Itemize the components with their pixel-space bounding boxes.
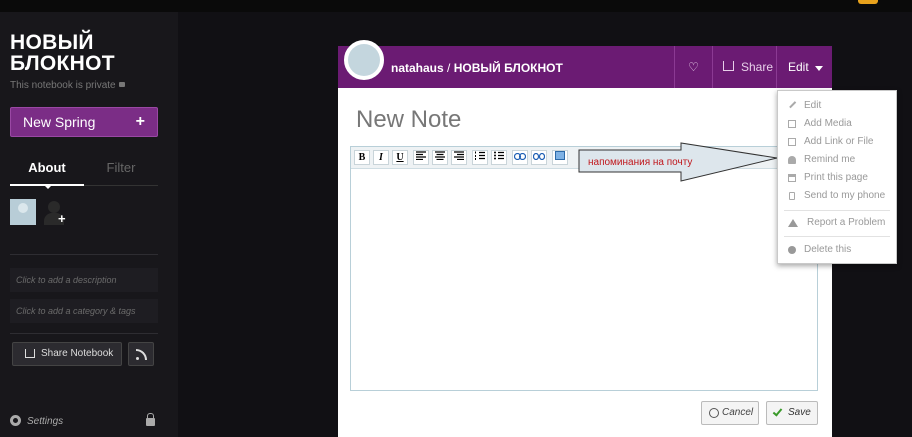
menu-item-add-link[interactable]: Add Link or File bbox=[778, 133, 896, 151]
menu-item-label: Add Link or File bbox=[804, 136, 874, 147]
menu-item-label: Add Media bbox=[804, 118, 852, 129]
bell-icon bbox=[788, 156, 796, 164]
menu-item-label: Edit bbox=[804, 100, 822, 111]
phone-icon bbox=[789, 192, 795, 200]
menu-item-label: Report a Problem bbox=[807, 217, 886, 228]
settings-link[interactable]: Settings bbox=[10, 415, 63, 427]
note-editor-panel: New Note B I U Cancel Save bbox=[338, 88, 832, 437]
notebook-title: НОВЫЙ БЛОКНОТ bbox=[10, 31, 115, 75]
menu-item-edit[interactable]: Edit bbox=[778, 97, 896, 115]
save-button[interactable]: Save bbox=[766, 401, 818, 425]
add-member-icon[interactable]: + bbox=[42, 199, 68, 226]
menu-item-report[interactable]: Report a Problem bbox=[778, 214, 896, 232]
cancel-button[interactable]: Cancel bbox=[701, 401, 759, 425]
file-icon bbox=[788, 138, 796, 146]
divider bbox=[10, 333, 158, 334]
menu-divider bbox=[784, 236, 890, 237]
breadcrumb-separator: / bbox=[447, 61, 451, 75]
share-button[interactable]: Share bbox=[712, 46, 776, 88]
lock-icon[interactable] bbox=[146, 413, 155, 426]
menu-item-send-phone[interactable]: Send to my phone bbox=[778, 187, 896, 205]
sidebar: НОВЫЙ БЛОКНОТ This notebook is private N… bbox=[0, 12, 178, 437]
owner-link[interactable]: natahaus bbox=[391, 61, 444, 75]
rss-button[interactable] bbox=[128, 342, 154, 366]
top-bar-badge[interactable] bbox=[858, 0, 878, 4]
delete-icon bbox=[788, 246, 796, 254]
lock-icon bbox=[118, 82, 125, 87]
check-icon bbox=[772, 406, 783, 417]
tab-about[interactable]: About bbox=[10, 160, 84, 189]
menu-item-print[interactable]: Print this page bbox=[778, 169, 896, 187]
note-body-input[interactable] bbox=[351, 169, 817, 390]
underline-button[interactable]: U bbox=[392, 150, 408, 165]
tab-about-label: About bbox=[28, 160, 66, 175]
member-avatar[interactable] bbox=[10, 199, 36, 225]
menu-item-label: Remind me bbox=[804, 154, 856, 165]
top-bar bbox=[0, 0, 912, 12]
edit-label: Edit bbox=[788, 60, 809, 74]
edit-menu-button[interactable]: Edit bbox=[776, 46, 832, 88]
new-spring-label: New Spring bbox=[23, 114, 96, 130]
bold-button[interactable]: B bbox=[354, 150, 370, 165]
cancel-label: Cancel bbox=[722, 407, 754, 418]
menu-item-label: Send to my phone bbox=[804, 190, 886, 201]
pencil-icon bbox=[787, 99, 797, 109]
tab-filter[interactable]: Filter bbox=[84, 160, 158, 186]
align-right-button[interactable] bbox=[451, 150, 467, 165]
description-field[interactable]: Click to add a description bbox=[10, 268, 158, 292]
notebook-link[interactable]: НОВЫЙ БЛОКНОТ bbox=[454, 61, 563, 75]
caret-down-icon bbox=[43, 184, 53, 189]
align-left-button[interactable] bbox=[413, 150, 429, 165]
heart-icon: ♡ bbox=[688, 60, 699, 74]
privacy-status: This notebook is private bbox=[10, 80, 125, 91]
warning-icon bbox=[788, 219, 798, 227]
link-button[interactable] bbox=[512, 150, 528, 165]
cancel-icon bbox=[709, 408, 719, 418]
new-spring-button[interactable]: New Spring + bbox=[10, 107, 158, 137]
unordered-list-button[interactable] bbox=[491, 150, 507, 165]
align-center-button[interactable] bbox=[432, 150, 448, 165]
menu-item-add-media[interactable]: Add Media bbox=[778, 115, 896, 133]
menu-item-delete[interactable]: Delete this bbox=[778, 241, 896, 259]
menu-item-label: Print this page bbox=[804, 172, 868, 183]
owner-avatar[interactable] bbox=[344, 40, 384, 80]
save-label: Save bbox=[788, 407, 811, 418]
divider bbox=[10, 254, 158, 255]
rich-text-editor: B I U bbox=[350, 146, 818, 391]
ordered-list-button[interactable] bbox=[472, 150, 488, 165]
edit-dropdown-menu: Edit Add Media Add Link or File Remind m… bbox=[777, 90, 897, 264]
menu-item-label: Delete this bbox=[804, 244, 852, 255]
menu-divider bbox=[784, 210, 890, 211]
privacy-text: This notebook is private bbox=[10, 80, 116, 91]
print-icon bbox=[788, 174, 796, 182]
tab-filter-label: Filter bbox=[106, 160, 136, 175]
note-title-input[interactable]: New Note bbox=[356, 106, 461, 134]
share-icon bbox=[25, 349, 35, 358]
menu-item-remind-me[interactable]: Remind me bbox=[778, 151, 896, 169]
italic-button[interactable]: I bbox=[373, 150, 389, 165]
media-icon bbox=[788, 120, 796, 128]
insert-image-button[interactable] bbox=[552, 150, 568, 165]
settings-label: Settings bbox=[27, 416, 64, 427]
annotation-text: напоминания на почту bbox=[588, 157, 693, 168]
plus-icon: + bbox=[135, 113, 145, 130]
share-label: Share bbox=[741, 60, 774, 74]
note-header: natahaus / НОВЫЙ БЛОКНОТ ♡ Share Edit bbox=[338, 40, 832, 88]
unlink-button[interactable] bbox=[531, 150, 547, 165]
share-notebook-label: Share Notebook bbox=[41, 348, 114, 359]
caret-down-icon bbox=[815, 66, 823, 71]
favorite-button[interactable]: ♡ bbox=[674, 46, 712, 88]
share-icon bbox=[723, 61, 734, 71]
category-tags-field[interactable]: Click to add a category & tags bbox=[10, 299, 158, 323]
breadcrumb: natahaus / НОВЫЙ БЛОКНОТ bbox=[391, 61, 563, 75]
gear-icon bbox=[10, 415, 21, 426]
share-notebook-button[interactable]: Share Notebook bbox=[12, 342, 122, 366]
